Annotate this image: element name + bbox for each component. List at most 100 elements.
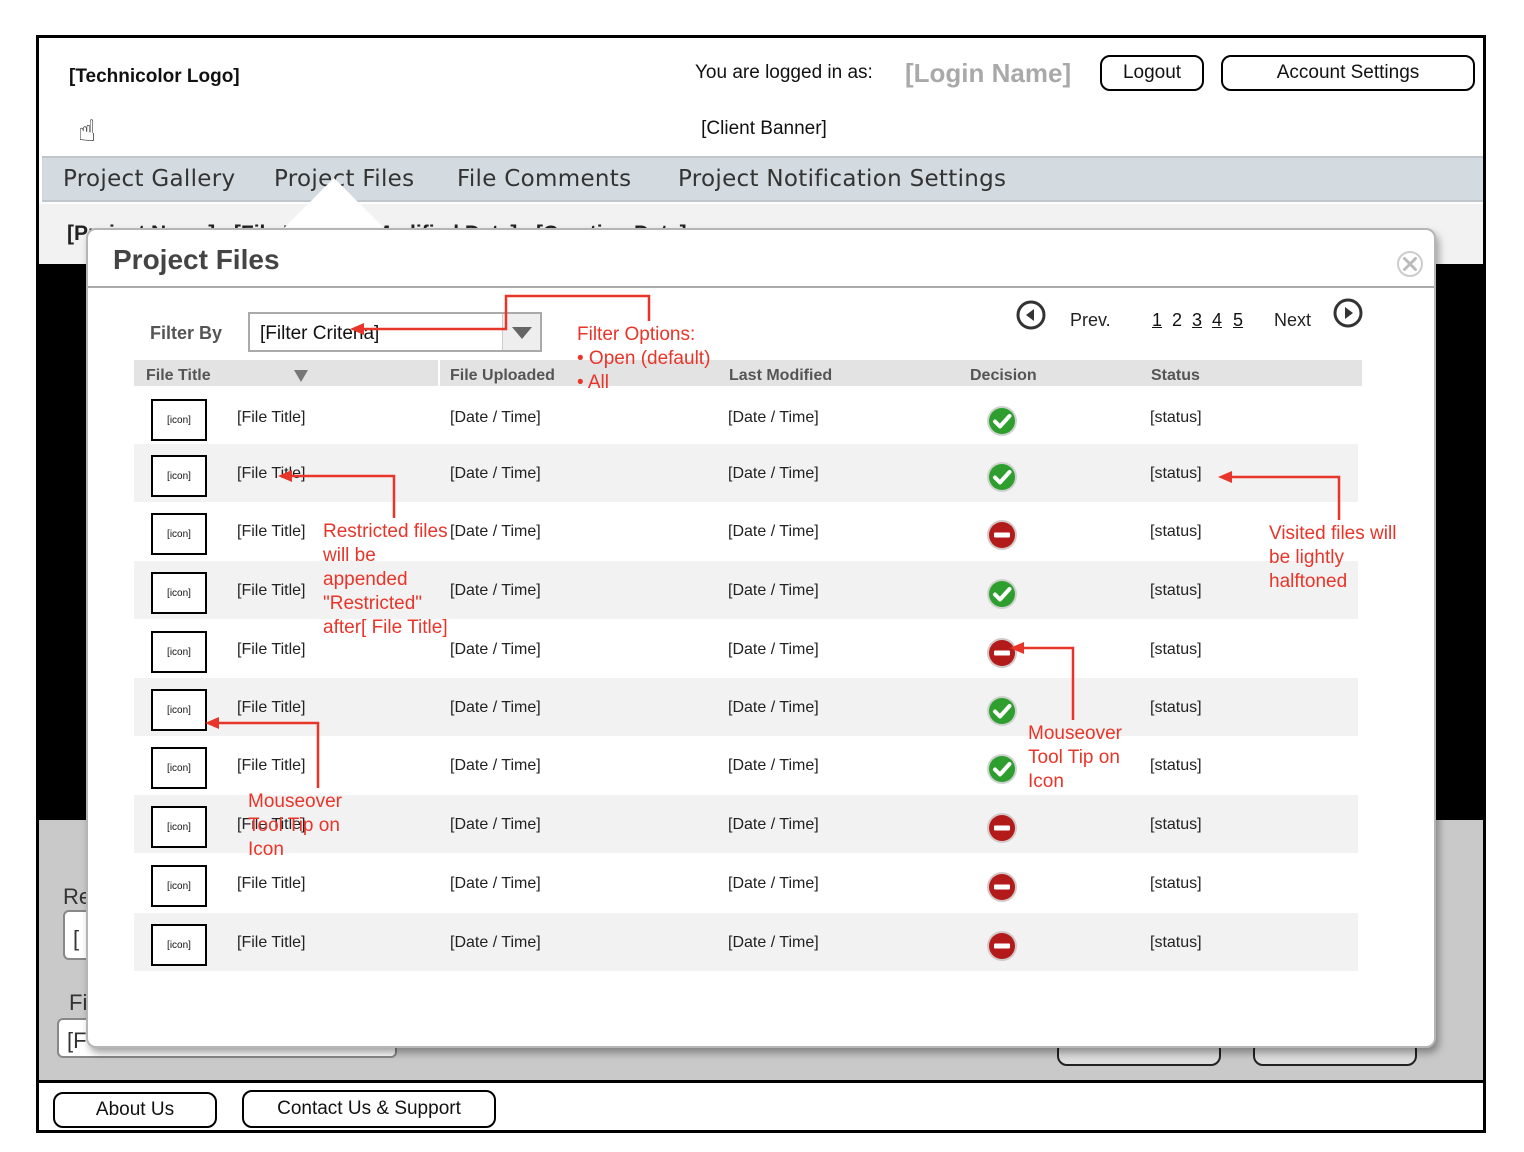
- annotation-line: Icon: [1028, 771, 1064, 792]
- next-page-icon[interactable]: [1333, 298, 1363, 328]
- file-thumbnail-icon[interactable]: [icon]: [151, 572, 207, 614]
- file-title-link[interactable]: [File Title]: [237, 523, 305, 541]
- about-us-button[interactable]: About Us: [53, 1092, 217, 1128]
- annotation-line: Visited files will: [1269, 523, 1397, 544]
- page-link-1[interactable]: 1: [1152, 310, 1162, 331]
- page-link-3[interactable]: 3: [1192, 310, 1202, 331]
- file-uploaded-date: [Date / Time]: [450, 816, 541, 833]
- notes-field-text: [: [73, 926, 80, 951]
- file-status: [status]: [1150, 582, 1202, 599]
- file-uploaded-date: [Date / Time]: [450, 934, 541, 951]
- file-status: [status]: [1150, 699, 1202, 716]
- file-title-link[interactable]: [File Title]: [237, 875, 305, 893]
- footer: About Us Contact Us & Support: [39, 1080, 1483, 1130]
- file-uploaded-date: [Date / Time]: [450, 757, 541, 774]
- contact-support-button[interactable]: Contact Us & Support: [242, 1090, 496, 1128]
- file-status: [status]: [1150, 934, 1202, 951]
- annotation-line: "Restricted": [323, 593, 423, 614]
- rejected-stop-icon[interactable]: [986, 637, 1018, 669]
- rejected-stop-icon[interactable]: [986, 812, 1018, 844]
- sort-down-icon[interactable]: [294, 370, 308, 382]
- column-header-decision[interactable]: Decision: [970, 367, 1037, 385]
- table-row[interactable]: [icon] [File Title] [Date / Time] [Date / T…: [134, 561, 1358, 619]
- rejected-stop-icon[interactable]: [986, 519, 1018, 551]
- annotation-line: halftoned: [1269, 571, 1348, 592]
- column-header-last-modified[interactable]: Last Modified: [729, 367, 832, 385]
- annotation-line: be lightly: [1269, 547, 1344, 568]
- rejected-stop-icon[interactable]: [986, 930, 1018, 962]
- table-row[interactable]: [icon] [File Title] [Date / Time] [Date / T…: [134, 854, 1358, 912]
- table-row[interactable]: [icon] [File Title] [Date / Time] [Date / T…: [134, 620, 1358, 678]
- file-thumbnail-icon[interactable]: [icon]: [151, 806, 207, 848]
- column-header-status[interactable]: Status: [1151, 367, 1200, 385]
- approved-check-icon[interactable]: [986, 578, 1018, 610]
- chevron-down-icon[interactable]: [502, 314, 540, 350]
- table-row[interactable]: [icon] [File Title] [Date / Time] [Date / T…: [134, 388, 1358, 446]
- file-thumbnail-icon[interactable]: [icon]: [151, 924, 207, 966]
- approved-check-icon[interactable]: [986, 695, 1018, 727]
- file-thumbnail-icon[interactable]: [icon]: [151, 399, 207, 441]
- page-link-4[interactable]: 4: [1212, 310, 1222, 331]
- close-icon[interactable]: [1396, 250, 1424, 278]
- tab-project-notification-settings[interactable]: Project Notification Settings: [678, 166, 1006, 192]
- last-modified-date: [Date / Time]: [728, 934, 819, 951]
- popover-pointer: [282, 178, 386, 230]
- approved-check-icon[interactable]: [986, 753, 1018, 785]
- table-row[interactable]: [icon] [File Title] [Date / Time] [Date / T…: [134, 913, 1358, 971]
- next-page-link[interactable]: Next: [1274, 310, 1311, 331]
- file-uploaded-date: [Date / Time]: [450, 875, 541, 892]
- table-row[interactable]: [icon] [File Title] [Date / Time] [Date / T…: [134, 502, 1358, 560]
- table-row[interactable]: [icon] [File Title] [Date / Time] [Date / T…: [134, 736, 1358, 794]
- annotation-filter-options: Filter Options: • Open (default) • All: [577, 323, 710, 395]
- approved-check-icon[interactable]: [986, 461, 1018, 493]
- file-title-link[interactable]: [File Title]: [237, 699, 305, 717]
- tab-project-gallery[interactable]: Project Gallery: [63, 166, 235, 192]
- annotation-visited: Visited files will be lightly halftoned: [1269, 522, 1396, 594]
- column-header-file-uploaded[interactable]: File Uploaded: [450, 367, 555, 385]
- filter-select[interactable]: [Filter Criteria]: [248, 312, 542, 352]
- rejected-stop-icon[interactable]: [986, 871, 1018, 903]
- approved-check-icon[interactable]: [986, 405, 1018, 437]
- hand-cursor-icon: ☝: [78, 115, 97, 148]
- prev-page-icon[interactable]: [1016, 300, 1046, 330]
- project-files-modal: Project Files Filter By [Filter Criteria…: [86, 228, 1436, 1048]
- file-status: [status]: [1150, 875, 1202, 892]
- column-header-file-title[interactable]: File Title: [146, 367, 211, 385]
- login-name: [Login Name]: [905, 58, 1072, 88]
- last-modified-date: [Date / Time]: [728, 875, 819, 892]
- file-thumbnail-icon[interactable]: [icon]: [151, 631, 207, 673]
- annotation-line: Tool Tip on: [248, 815, 340, 836]
- last-modified-date: [Date / Time]: [728, 582, 819, 599]
- annotation-line: Mouseover: [248, 791, 342, 812]
- page-link-5[interactable]: 5: [1233, 310, 1243, 331]
- account-settings-button[interactable]: Account Settings: [1221, 55, 1475, 91]
- annotation-tooltip-decision: Mouseover Tool Tip on Icon: [1028, 722, 1122, 794]
- file-title-link[interactable]: [File Title]: [237, 582, 305, 600]
- file-status: [status]: [1150, 523, 1202, 540]
- file-title-link[interactable]: [File Title]: [237, 641, 305, 659]
- table-row[interactable]: [icon] [File Title] [Date / Time] [Date / T…: [134, 444, 1358, 502]
- file-title-link[interactable]: [File Title]: [237, 934, 305, 952]
- modal-title: Project Files: [113, 244, 280, 275]
- page-link-2[interactable]: 2: [1172, 310, 1182, 331]
- file-status: [status]: [1150, 641, 1202, 658]
- table-row[interactable]: [icon] [File Title] [Date / Time] [Date / T…: [134, 678, 1358, 736]
- file-thumbnail-icon[interactable]: [icon]: [151, 747, 207, 789]
- tab-file-comments[interactable]: File Comments: [457, 166, 631, 192]
- last-modified-date: [Date / Time]: [728, 816, 819, 833]
- file-thumbnail-icon[interactable]: [icon]: [151, 513, 207, 555]
- file-uploaded-date: [Date / Time]: [450, 523, 541, 540]
- file-thumbnail-icon[interactable]: [icon]: [151, 455, 207, 497]
- file-thumbnail-icon[interactable]: [icon]: [151, 689, 207, 731]
- file-title-link[interactable]: [File Title]: [237, 757, 305, 775]
- annotation-line: • Open (default): [577, 348, 711, 369]
- file-title-link[interactable]: [File Title]: [237, 465, 305, 483]
- last-modified-date: [Date / Time]: [728, 641, 819, 658]
- logout-button[interactable]: Logout: [1100, 55, 1204, 91]
- file-status: [status]: [1150, 409, 1202, 426]
- prev-page-link[interactable]: Prev.: [1070, 310, 1111, 331]
- file-thumbnail-icon[interactable]: [icon]: [151, 865, 207, 907]
- file-title-link[interactable]: [File Title]: [237, 409, 305, 427]
- annotation-restricted: Restricted files will be appended "Restr…: [323, 520, 448, 640]
- client-banner: [Client Banner]: [701, 118, 827, 139]
